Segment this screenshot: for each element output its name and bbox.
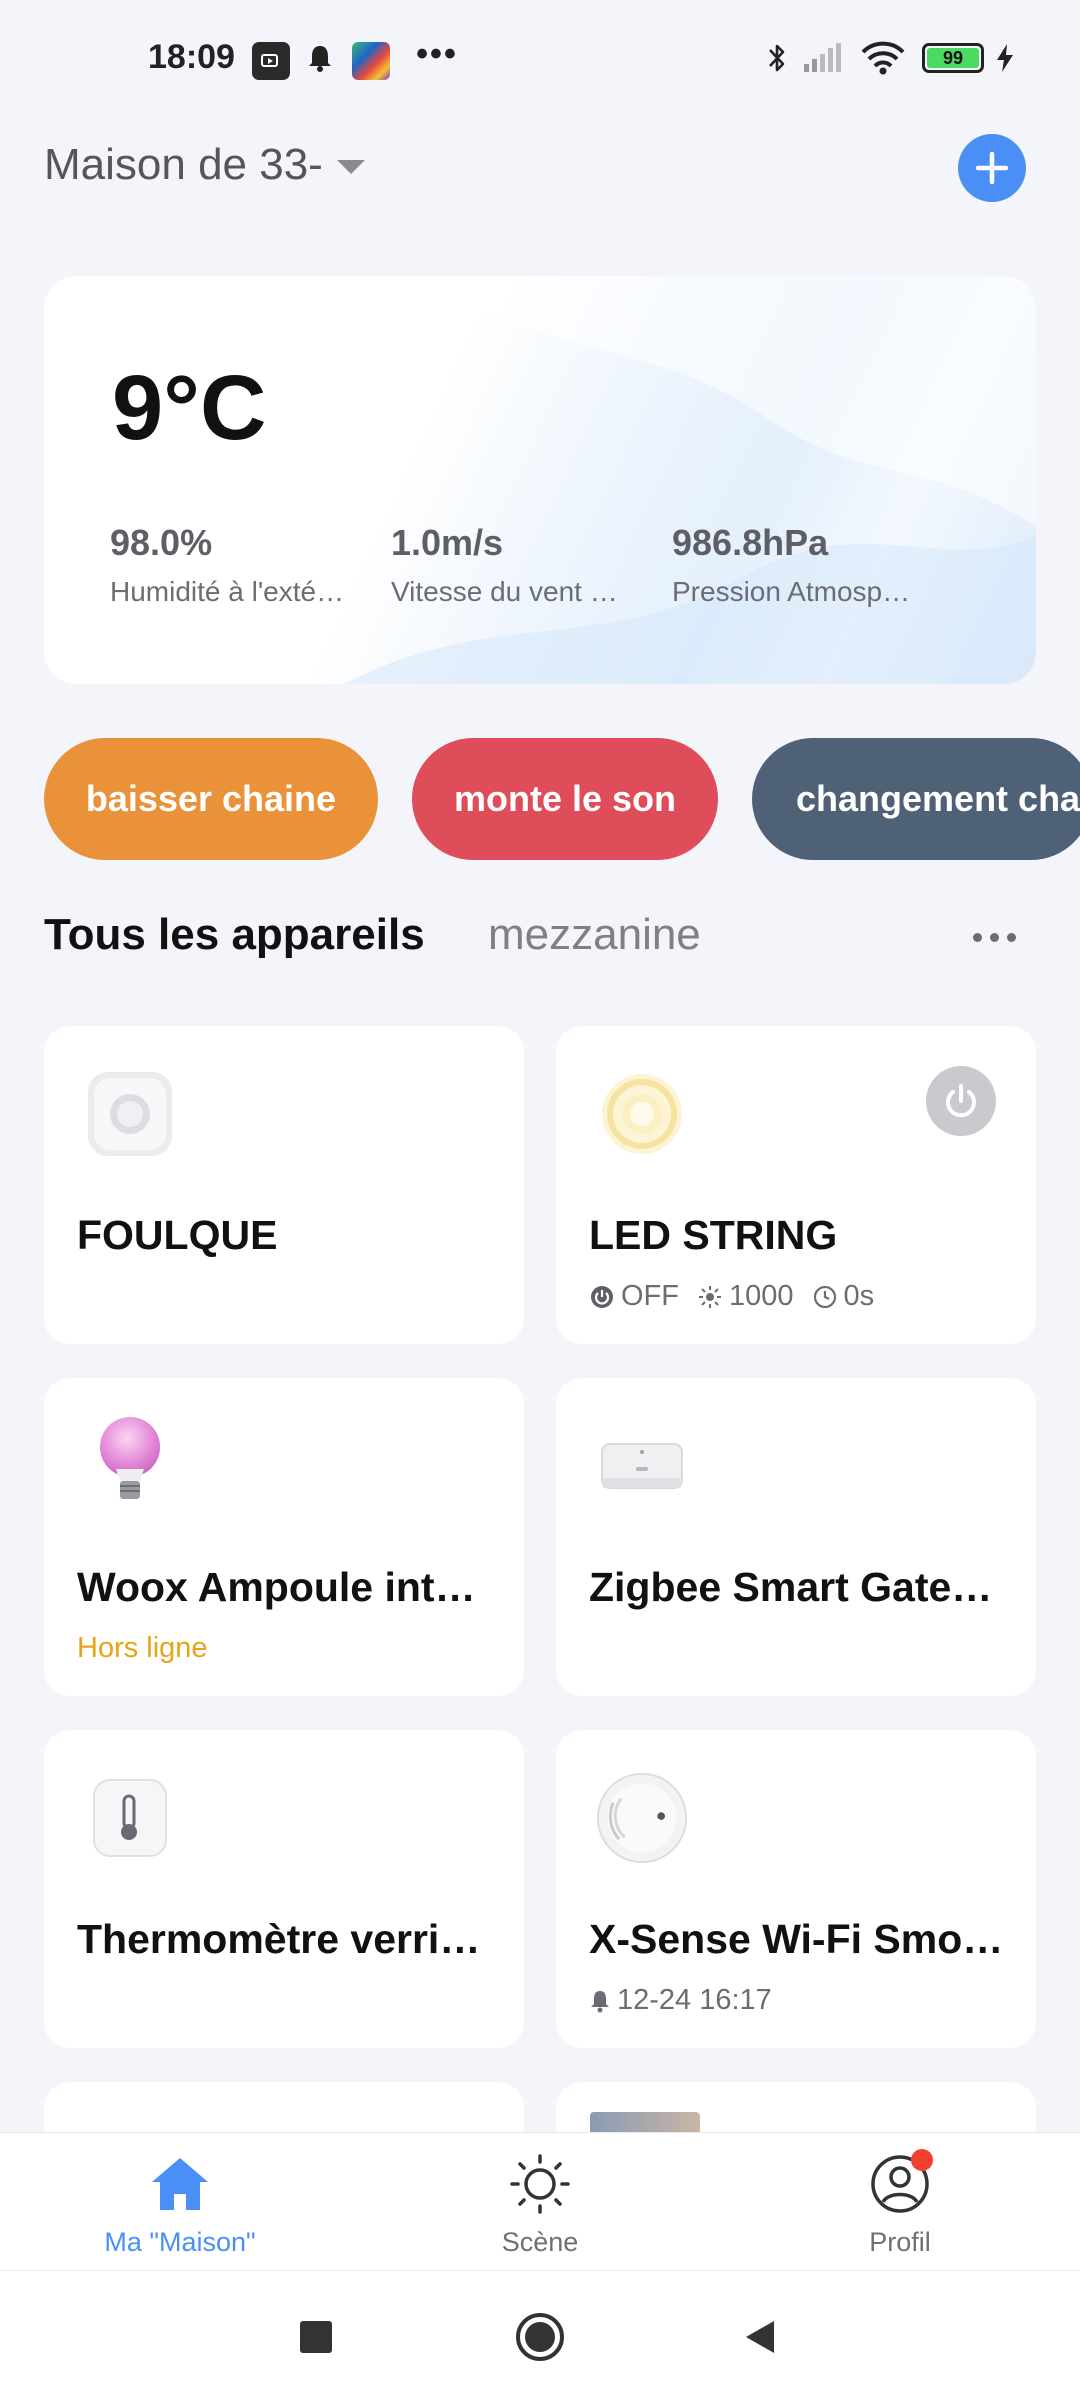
device-name: Woox Ampoule int…	[77, 1564, 476, 1610]
wind-stat: 1.0m/s Vitesse du vent à…	[391, 522, 651, 608]
nav-home-label: Ma "Maison"	[104, 2227, 256, 2257]
timer-icon	[813, 1285, 836, 1308]
home-icon	[147, 2151, 213, 2217]
pressure-value: 986.8hPa	[672, 522, 829, 563]
weather-card[interactable]: 9°C 98.0% Humidité à l'exté… 1.0m/s Vite…	[44, 276, 1036, 684]
system-home-button[interactable]	[510, 2307, 570, 2367]
device-card-foulque[interactable]: FOULQUE	[44, 1026, 524, 1344]
status-bar: 18:09 ••• 99	[0, 0, 1080, 120]
home-selector[interactable]: Maison de 33-	[44, 140, 365, 190]
nav-home[interactable]: Ma "Maison"	[70, 2151, 290, 2258]
weather-temperature: 9°C	[112, 357, 267, 459]
device-name: LED STRING	[589, 1212, 838, 1258]
brightness-icon	[699, 1285, 721, 1308]
device-name: Zigbee Smart Gate…	[589, 1564, 993, 1610]
status-time: 18:09	[148, 38, 235, 76]
device-card-woox-ampoule[interactable]: Woox Ampoule int… Hors ligne	[44, 1378, 524, 1696]
tab-mezzanine[interactable]: mezzanine	[488, 910, 701, 960]
power-status-icon	[591, 1285, 613, 1308]
back-button[interactable]	[730, 2307, 790, 2367]
battery-icon: 99	[918, 38, 988, 78]
last-alarm-time: 12-24 16:17	[617, 1984, 772, 2016]
charging-icon	[990, 38, 1020, 78]
back-triangle-icon	[746, 2321, 774, 2353]
device-name: Thermomètre verri…	[77, 1916, 481, 1962]
signal-icon	[800, 38, 844, 78]
device-card-zigbee-gateway[interactable]: Zigbee Smart Gate…	[556, 1378, 1036, 1696]
thermometer-icon	[82, 1770, 178, 1866]
more-options-icon[interactable]	[964, 912, 1024, 962]
device-name: FOULQUE	[77, 1212, 278, 1258]
device-status-line: OFF 1000 0s	[589, 1280, 874, 1313]
more-notifications-icon: •••	[416, 34, 458, 73]
plus-icon	[975, 151, 1009, 185]
brightness-value: 1000	[729, 1280, 794, 1312]
system-navigation-bar	[0, 2270, 1080, 2400]
screen-record-icon	[252, 42, 290, 80]
device-card-x-sense-smoke[interactable]: X-Sense Wi-Fi Smo… 12-24 16:17	[556, 1730, 1036, 2048]
device-name: X-Sense Wi-Fi Smo…	[589, 1916, 1004, 1962]
device-card-thermometre[interactable]: Thermomètre verri…	[44, 1730, 524, 2048]
motion-sensor-icon	[82, 1066, 178, 1162]
scene-button-changement-chaine[interactable]: changement cha	[752, 738, 1080, 860]
home-name: Maison de 33-	[44, 140, 323, 189]
humidity-value: 98.0%	[110, 522, 213, 563]
power-icon	[946, 1084, 976, 1118]
add-device-button[interactable]	[958, 134, 1026, 202]
notification-bell-icon	[302, 38, 338, 78]
app-notification-icon	[352, 42, 390, 80]
offline-status: Hors ligne	[77, 1632, 208, 1664]
bluetooth-icon	[762, 38, 792, 78]
gateway-icon	[594, 1418, 690, 1514]
led-string-icon	[594, 1066, 690, 1162]
weather-background	[344, 276, 1036, 684]
sun-icon	[507, 2151, 573, 2217]
smoke-detector-icon	[594, 1770, 690, 1866]
wifi-icon	[858, 38, 908, 78]
nav-scene[interactable]: Scène	[430, 2151, 650, 2258]
wind-label: Vitesse du vent à…	[391, 576, 631, 607]
humidity-stat: 98.0% Humidité à l'exté…	[110, 522, 370, 608]
nav-profile-label: Profil	[869, 2227, 931, 2257]
power-status: OFF	[621, 1280, 679, 1312]
square-icon	[300, 2321, 332, 2353]
scene-button-baisser-chaine[interactable]: baisser chaine	[44, 738, 378, 860]
circle-icon	[516, 2313, 564, 2361]
profile-icon	[867, 2149, 933, 2217]
chevron-down-icon	[336, 160, 365, 174]
humidity-label: Humidité à l'exté…	[110, 576, 345, 607]
nav-profile[interactable]: Profil	[790, 2149, 1010, 2258]
recent-apps-button[interactable]	[286, 2307, 346, 2367]
bell-icon	[591, 1990, 609, 2012]
tab-all-devices[interactable]: Tous les appareils	[44, 910, 425, 960]
bulb-icon	[82, 1417, 178, 1514]
timer-value: 0s	[843, 1280, 875, 1312]
notification-dot	[911, 2149, 933, 2171]
pressure-label: Pression Atmosp…	[672, 576, 911, 607]
scene-button-monte-le-son[interactable]: monte le son	[412, 738, 718, 860]
bottom-navigation: Ma "Maison" Scène Profil	[0, 2132, 1080, 2270]
device-alarm-line: 12-24 16:17	[589, 1984, 772, 2017]
nav-scene-label: Scène	[501, 2227, 579, 2257]
power-toggle-button[interactable]	[926, 1066, 996, 1136]
wind-value: 1.0m/s	[391, 522, 504, 563]
pressure-stat: 986.8hPa Pression Atmosp…	[672, 522, 932, 608]
device-card-led-string[interactable]: LED STRING OFF 1000 0s	[556, 1026, 1036, 1344]
